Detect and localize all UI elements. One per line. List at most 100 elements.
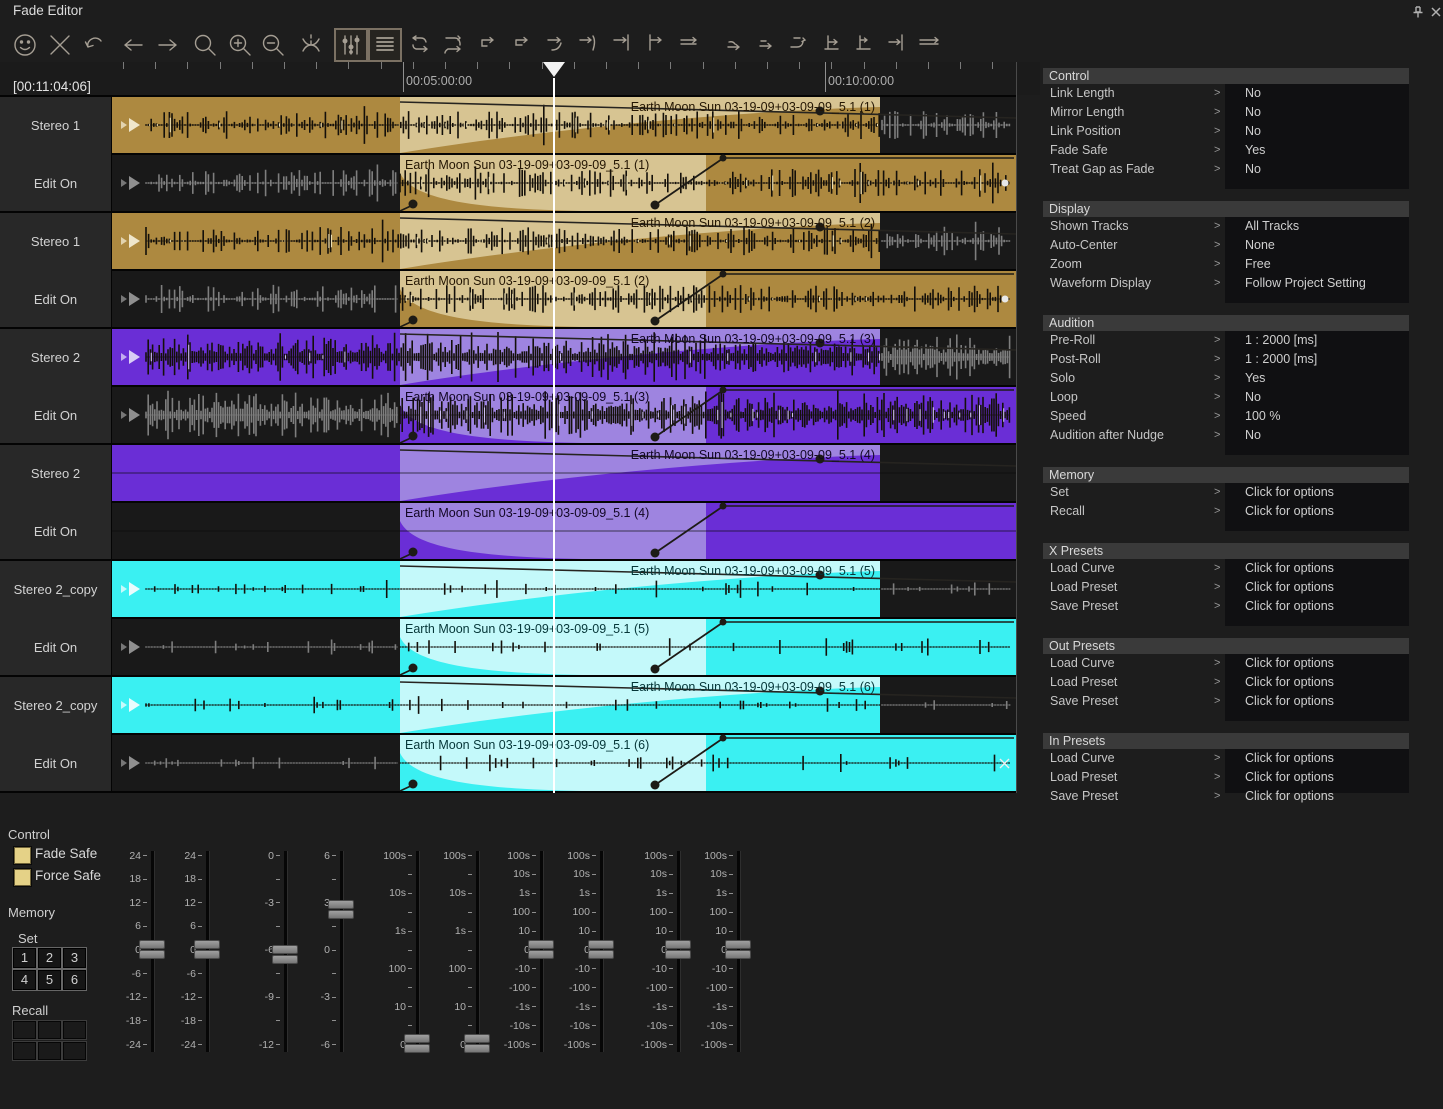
fade-in-start-handle[interactable] — [409, 664, 418, 673]
fade-in-short-alt-icon[interactable] — [754, 30, 784, 60]
property-row-link-position[interactable]: Link Position>No — [1043, 122, 1409, 141]
slider-thumb[interactable] — [404, 1034, 430, 1054]
fade-in-start-handle[interactable] — [409, 200, 418, 209]
curve-asymmetry-slider[interactable] — [340, 851, 343, 1052]
zoom-in-icon[interactable] — [225, 30, 255, 60]
property-value[interactable]: 1 : 2000 [ms] — [1225, 350, 1317, 369]
zoom-icon[interactable] — [190, 30, 220, 60]
property-row-auto-center[interactable]: Auto-Center>None — [1043, 236, 1409, 255]
property-value[interactable]: 1 : 2000 [ms] — [1225, 331, 1317, 350]
fade-box-right-icon[interactable] — [475, 30, 505, 60]
force-safe-checkbox[interactable] — [14, 869, 31, 886]
property-row-load-preset[interactable]: Load Preset>Click for options — [1043, 578, 1409, 597]
playhead-line[interactable] — [553, 78, 555, 793]
memory-set-button-6[interactable]: 6 — [62, 969, 87, 991]
property-value[interactable]: No — [1225, 388, 1261, 407]
fade-lines-icon[interactable] — [676, 30, 706, 60]
undo-icon[interactable] — [80, 30, 110, 60]
property-row-load-preset[interactable]: Load Preset>Click for options — [1043, 673, 1409, 692]
property-value[interactable]: No — [1225, 122, 1261, 141]
property-row-pre-roll[interactable]: Pre-Roll>1 : 2000 [ms] — [1043, 331, 1409, 350]
pin-icon[interactable] — [1410, 4, 1426, 20]
clip-end-marker[interactable] — [1002, 296, 1009, 303]
property-value[interactable]: Click for options — [1225, 483, 1334, 502]
memory-recall-button[interactable] — [62, 1041, 87, 1061]
property-row-fade-safe[interactable]: Fade Safe>Yes — [1043, 141, 1409, 160]
fade-to-wall-icon[interactable] — [884, 30, 914, 60]
property-value[interactable]: Click for options — [1225, 673, 1334, 692]
fade-in-handle[interactable] — [651, 549, 660, 558]
memory-recall-button[interactable] — [62, 1020, 87, 1040]
list-view-icon[interactable] — [370, 30, 400, 60]
slider-thumb[interactable] — [588, 940, 614, 960]
property-row-solo[interactable]: Solo>Yes — [1043, 369, 1409, 388]
track-pair-header[interactable]: Stereo 2_copyEdit On — [0, 677, 111, 791]
property-value[interactable]: 100 % — [1225, 407, 1280, 426]
slider-thumb[interactable] — [725, 940, 751, 960]
fade-curve-up-icon[interactable] — [786, 30, 816, 60]
xfade-right-icon[interactable] — [441, 30, 471, 60]
property-value[interactable]: Click for options — [1225, 559, 1334, 578]
property-value[interactable]: Free — [1225, 255, 1271, 274]
property-row-speed[interactable]: Speed>100 % — [1043, 407, 1409, 426]
fade-corner-left-alt-icon[interactable] — [852, 30, 882, 60]
clip-end-marker[interactable] — [1002, 180, 1009, 187]
memory-recall-button[interactable] — [37, 1041, 62, 1061]
track-pair-header[interactable]: Stereo 1Edit On — [0, 213, 111, 327]
property-value[interactable]: Click for options — [1225, 654, 1334, 673]
property-row-shown-tracks[interactable]: Shown Tracks>All Tracks — [1043, 217, 1409, 236]
property-value[interactable]: Click for options — [1225, 578, 1334, 597]
property-row-post-roll[interactable]: Post-Roll>1 : 2000 [ms] — [1043, 350, 1409, 369]
fade-in-handle[interactable] — [651, 201, 660, 210]
slider-thumb[interactable] — [328, 900, 354, 920]
fade-in-start-handle[interactable] — [409, 548, 418, 557]
xfade-left-icon[interactable] — [408, 30, 438, 60]
property-value[interactable]: No — [1225, 426, 1261, 445]
fade-stop-curve-icon[interactable] — [575, 30, 605, 60]
fade-in-short-icon[interactable] — [722, 30, 752, 60]
property-row-save-preset[interactable]: Save Preset>Click for options — [1043, 692, 1409, 711]
property-row-load-preset[interactable]: Load Preset>Click for options — [1043, 768, 1409, 787]
track-pair-header[interactable]: Stereo 2_copyEdit On — [0, 561, 111, 675]
track-pair-header[interactable]: Stereo 1Edit On — [0, 97, 111, 211]
delete-x-icon[interactable] — [45, 30, 75, 60]
playhead-marker[interactable] — [543, 62, 565, 77]
fade-in-start-handle[interactable] — [409, 316, 418, 325]
fade-box-right-alt-icon[interactable] — [508, 30, 538, 60]
memory-recall-button[interactable] — [12, 1020, 37, 1040]
memory-recall-button[interactable] — [12, 1041, 37, 1061]
property-row-mirror-length[interactable]: Mirror Length>No — [1043, 103, 1409, 122]
slider-thumb[interactable] — [464, 1034, 490, 1054]
length-in-slider[interactable] — [476, 851, 479, 1052]
property-value[interactable]: Follow Project Setting — [1225, 274, 1366, 293]
property-value[interactable]: Click for options — [1225, 597, 1334, 616]
memory-set-button-1[interactable]: 1 — [12, 947, 37, 969]
property-row-audition-after-nudge[interactable]: Audition after Nudge>No — [1043, 426, 1409, 445]
property-value[interactable]: Yes — [1225, 141, 1265, 160]
property-value[interactable]: Click for options — [1225, 787, 1334, 806]
property-row-link-length[interactable]: Link Length>No — [1043, 84, 1409, 103]
zoom-out-icon[interactable] — [258, 30, 288, 60]
property-value[interactable]: Click for options — [1225, 502, 1334, 521]
property-value[interactable]: Click for options — [1225, 768, 1334, 787]
property-value[interactable]: Click for options — [1225, 749, 1334, 768]
split-clip-icon[interactable] — [296, 30, 326, 60]
nav-right-icon[interactable] — [153, 30, 183, 60]
fade-stop-icon[interactable] — [609, 30, 639, 60]
property-value[interactable]: All Tracks — [1225, 217, 1299, 236]
fade-s-curve-icon[interactable] — [543, 30, 573, 60]
property-row-load-curve[interactable]: Load Curve>Click for options — [1043, 749, 1409, 768]
smiley-icon[interactable] — [10, 30, 40, 60]
fade-in-handle[interactable] — [651, 317, 660, 326]
fade-in-start-handle[interactable] — [409, 432, 418, 441]
memory-set-button-2[interactable]: 2 — [37, 947, 62, 969]
mixer-sliders-icon[interactable] — [336, 30, 366, 60]
timeline-ruler[interactable]: 00:05:00:0000:10:00:00 — [0, 62, 1040, 95]
memory-set-button-4[interactable]: 4 — [12, 969, 37, 991]
property-row-waveform-display[interactable]: Waveform Display>Follow Project Setting — [1043, 274, 1409, 293]
property-row-loop[interactable]: Loop>No — [1043, 388, 1409, 407]
track-pair-header[interactable]: Stereo 2Edit On — [0, 329, 111, 443]
slider-thumb[interactable] — [272, 945, 298, 965]
memory-set-button-5[interactable]: 5 — [37, 969, 62, 991]
track-area[interactable]: Earth Moon Sun 03-19-09+03-09-09_5.1 (1)… — [112, 95, 1016, 793]
